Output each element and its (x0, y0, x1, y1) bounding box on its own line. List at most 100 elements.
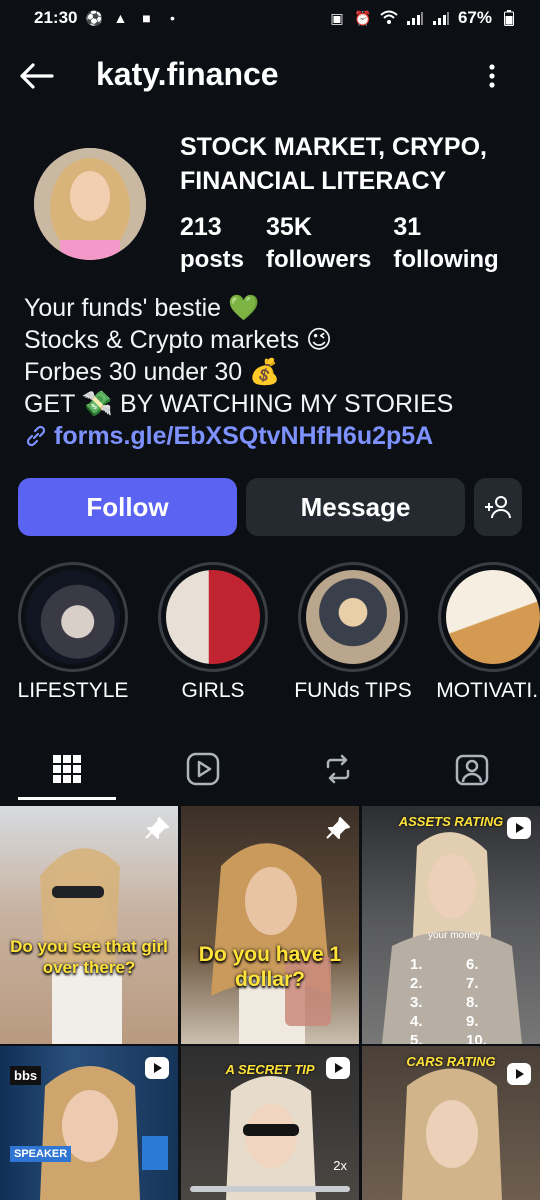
followers-label: followers (266, 246, 372, 273)
rating-title: your money (428, 930, 481, 941)
post-tile[interactable]: ASSETS RATING your money 1. 6. 2. 7. 3. … (362, 806, 540, 1044)
post-caption: Do you see that girl over there? (10, 937, 168, 977)
more-vertical-icon (489, 64, 495, 88)
rating-item: 8. (466, 994, 479, 1011)
followers-stat[interactable]: 35K followers (266, 210, 371, 276)
status-bar: 21:30 ⚽ ▲ ■ • ▣ ⏰ 67% (0, 0, 540, 36)
profile-avatar[interactable] (34, 148, 146, 260)
post-tile[interactable]: A SECRET TIP 2x (181, 1046, 359, 1200)
post-side-label-2: SPEAKER (10, 1146, 72, 1162)
rating-item: 3. (410, 994, 423, 1011)
bio-line: GET 💸 BY WATCHING MY STORIES (24, 390, 454, 418)
battery-saver-icon: ▣ (330, 9, 344, 26)
highlight-label: GIRLS (181, 679, 245, 702)
signal-icon-2 (432, 9, 450, 27)
profile-stats: 213 posts 35K followers 31 following (180, 210, 499, 276)
bio-line: Your funds' bestie 💚 (24, 294, 260, 322)
reel-badge-icon (326, 1057, 350, 1079)
rating-item: 10. (466, 1032, 487, 1044)
grid-icon (53, 755, 81, 783)
rating-item: 1. (410, 956, 423, 973)
warning-icon: ▲ (113, 10, 128, 26)
profile-category-title: STOCK MARKET, CRYPO, FINANCIAL LITERACY (180, 133, 487, 195)
reels-icon (186, 752, 220, 786)
follow-button[interactable]: Follow (18, 478, 237, 536)
highlight-label: LIFESTYLE (17, 679, 129, 702)
battery-percent: 67% (457, 8, 492, 27)
home-indicator[interactable] (190, 1186, 350, 1192)
message-button[interactable]: Message (246, 478, 465, 536)
add-person-icon (485, 496, 511, 519)
highlight-cover (26, 570, 120, 664)
post-tile[interactable]: Do you have 1 dollar? (181, 806, 359, 1044)
post-image (40, 848, 122, 1044)
folder-icon: ■ (142, 10, 151, 26)
highlight-cover (446, 570, 540, 664)
battery-icon (500, 9, 518, 27)
bio-link[interactable]: forms.gle/EbXSQtvNHfH6u2p5A (24, 420, 524, 452)
following-label: following (393, 246, 499, 273)
link-icon (26, 425, 46, 447)
reel-badge-icon (507, 817, 531, 839)
profile-actions: Follow Message (18, 478, 522, 536)
rating-item: 5. (410, 1032, 423, 1044)
posts-stat[interactable]: 213 posts (180, 210, 244, 276)
highlight-motivation[interactable]: MOTIVATI... (428, 562, 540, 712)
bio-line: Forbes 30 under 30 💰 (24, 358, 281, 386)
bio-line: Stocks & Crypto markets 😉 (24, 326, 333, 354)
tagged-icon (455, 754, 489, 786)
signal-icon (406, 9, 424, 27)
post-tile[interactable]: Do you see that girl over there? (0, 806, 178, 1044)
story-highlights: LIFESTYLE GIRLS FUNds TIPS MOTIVATI... (0, 562, 540, 712)
post-tile[interactable]: bbs SPEAKER (0, 1046, 178, 1200)
rating-item: 4. (410, 1013, 423, 1030)
pin-icon (326, 817, 350, 839)
post-speed-label: 2x (333, 1158, 347, 1173)
pin-icon (145, 817, 169, 839)
tab-tagged[interactable] (422, 734, 522, 804)
more-options-button[interactable] (470, 54, 514, 98)
active-tab-indicator (18, 797, 116, 800)
post-image (211, 843, 331, 1044)
highlight-ring (438, 562, 540, 672)
posts-grid: Do you see that girl over there? Do you … (0, 806, 540, 1200)
rating-list: 1. 6. 2. 7. 3. 8. 4. 9. 5. 10. (410, 956, 522, 1044)
posts-count: 213 (180, 213, 222, 241)
dot-icon: • (170, 10, 175, 26)
alarm-icon: ⏰ (354, 9, 372, 26)
tab-reels[interactable] (153, 734, 253, 804)
following-count: 31 (393, 213, 422, 241)
wifi-icon (380, 9, 398, 27)
profile-bio: Your funds' bestie 💚 Stocks & Crypto mar… (24, 292, 524, 452)
following-stat[interactable]: 31 following (393, 210, 498, 276)
post-tile[interactable]: CARS RATING (362, 1046, 540, 1200)
post-side-label: bbs (10, 1066, 42, 1085)
rating-item: 9. (466, 1013, 479, 1030)
tab-posts-grid[interactable] (17, 734, 117, 804)
profile-tabs (0, 734, 540, 804)
highlight-label: FUNds TIPS (294, 679, 412, 702)
highlight-cover (306, 570, 400, 664)
highlight-girls[interactable]: GIRLS (148, 562, 278, 712)
bio-link-text: forms.gle/EbXSQtvNHfH6u2p5A (54, 422, 434, 450)
back-arrow-icon (20, 63, 54, 89)
rating-item: 2. (410, 975, 423, 992)
post-caption: Do you have 1 dollar? (198, 943, 342, 991)
highlight-label: MOTIVATI... (436, 679, 540, 702)
highlight-ring (298, 562, 408, 672)
rating-item: 7. (466, 975, 479, 992)
highlight-ring (18, 562, 128, 672)
back-button[interactable] (14, 54, 58, 98)
highlight-cover (166, 570, 260, 664)
soccer-ball-icon: ⚽ (85, 9, 104, 26)
reposts-icon (326, 754, 350, 784)
reel-badge-icon (145, 1057, 169, 1079)
tab-reposts[interactable] (288, 734, 388, 804)
profile-username: katy.finance (96, 56, 279, 92)
posts-label: posts (180, 246, 245, 273)
highlight-funds-tips[interactable]: FUNds TIPS (288, 562, 418, 712)
followers-count: 35K (266, 213, 312, 241)
reel-badge-icon (507, 1063, 531, 1085)
highlight-lifestyle[interactable]: LIFESTYLE (8, 562, 138, 712)
suggest-people-button[interactable] (474, 478, 522, 536)
